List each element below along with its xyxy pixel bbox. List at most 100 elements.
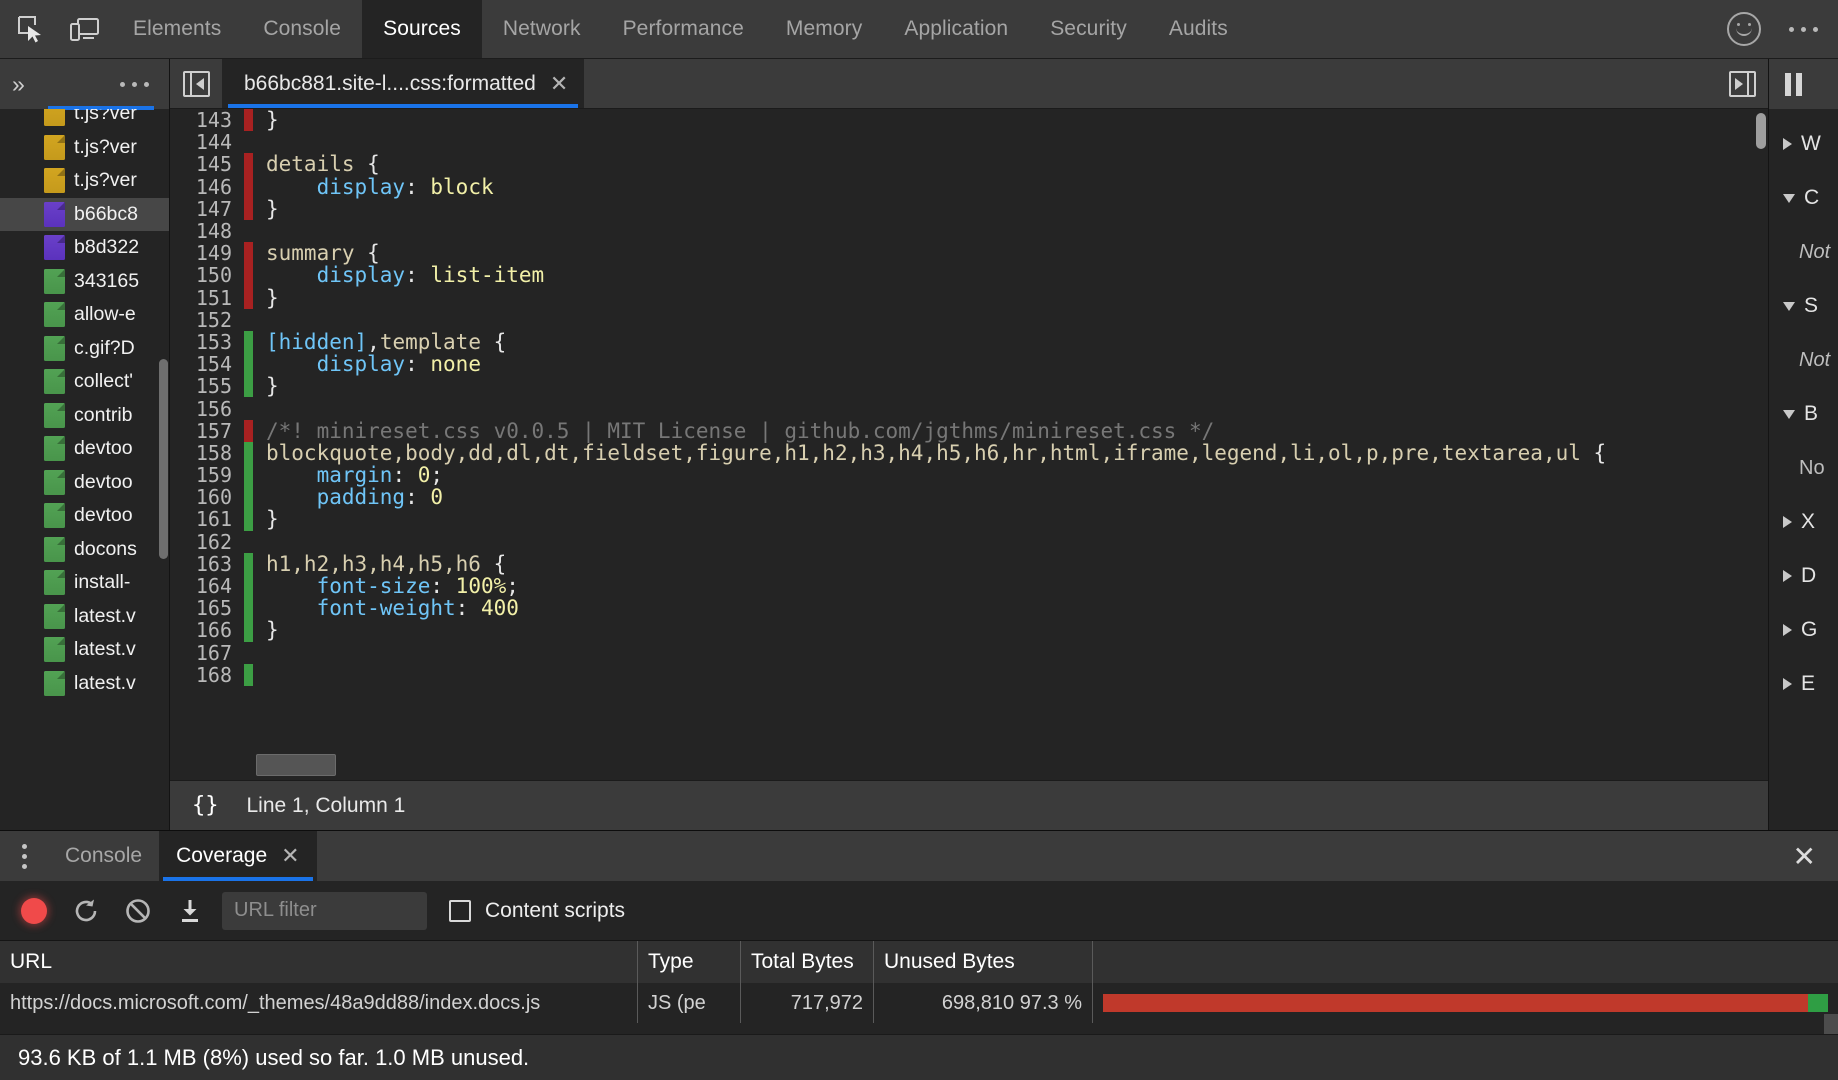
content-scripts-checkbox[interactable]: Content scripts [449, 899, 625, 923]
code-line[interactable]: 143} [170, 109, 1768, 131]
code-line[interactable]: 166} [170, 619, 1768, 641]
pause-script-icon[interactable] [1785, 73, 1802, 96]
drawer-tab-coverage[interactable]: Coverage✕ [159, 831, 317, 881]
chevron-down-icon[interactable] [1783, 194, 1795, 203]
code-line[interactable]: 168 [170, 664, 1768, 686]
chevron-right-icon[interactable] [1783, 678, 1792, 690]
tab-console[interactable]: Console [242, 0, 362, 58]
clear-icon[interactable] [112, 881, 164, 941]
debugger-section-header[interactable]: B [1769, 387, 1838, 441]
show-navigator-icon[interactable] [170, 59, 222, 108]
file-tree[interactable]: t.js?vert.js?vert.js?verb66bc8b8d3223431… [0, 109, 169, 830]
coverage-scrollbar[interactable] [1824, 1014, 1838, 1034]
export-icon[interactable] [164, 881, 216, 941]
column-header-unused-bytes[interactable]: Unused Bytes [874, 941, 1093, 983]
file-tree-item[interactable]: devtoo [0, 499, 169, 533]
file-tree-item[interactable]: c.gif?D [0, 332, 169, 366]
file-tree-item[interactable]: contrib [0, 399, 169, 433]
file-tree-item[interactable]: collect' [0, 365, 169, 399]
code-line[interactable]: 149summary { [170, 242, 1768, 264]
file-tree-item[interactable]: t.js?ver [0, 109, 169, 131]
file-tree-item[interactable]: t.js?ver [0, 131, 169, 165]
navigator-scrollbar[interactable] [157, 59, 169, 830]
column-header-type[interactable]: Type [638, 941, 741, 983]
reload-icon[interactable] [60, 881, 112, 941]
code-line[interactable]: 152 [170, 309, 1768, 331]
code-editor[interactable]: 143}144145details {146 display: block147… [170, 109, 1768, 780]
code-line[interactable]: 158blockquote,body,dd,dl,dt,fieldset,fig… [170, 442, 1768, 464]
navigator-more-options-icon[interactable] [114, 76, 155, 93]
code-line[interactable]: 151} [170, 287, 1768, 309]
column-header-total-bytes[interactable]: Total Bytes [741, 941, 874, 983]
chevron-right-icon[interactable] [1783, 138, 1792, 150]
code-line[interactable]: 150 display: list-item [170, 264, 1768, 286]
code-horizontal-scrollbar-thumb[interactable] [256, 754, 336, 776]
file-tree-item[interactable]: t.js?ver [0, 164, 169, 198]
chevron-right-icon[interactable] [1783, 570, 1792, 582]
file-tree-item[interactable]: 343165 [0, 265, 169, 299]
tab-elements[interactable]: Elements [112, 0, 242, 58]
code-line[interactable]: 164 font-size: 100%; [170, 575, 1768, 597]
debugger-section-header[interactable]: D [1769, 549, 1838, 603]
file-tree-item[interactable]: devtoo [0, 466, 169, 500]
drawer-tab-console[interactable]: Console [48, 831, 159, 881]
tab-sources[interactable]: Sources [362, 0, 482, 58]
checkbox-box[interactable] [449, 900, 471, 922]
code-line[interactable]: 165 font-weight: 400 [170, 597, 1768, 619]
file-tree-item[interactable]: install- [0, 566, 169, 600]
record-icon[interactable] [8, 881, 60, 941]
close-drawer-icon[interactable]: ✕ [1793, 831, 1838, 881]
code-line[interactable]: 156 [170, 397, 1768, 419]
show-debugger-icon[interactable] [1716, 59, 1768, 108]
file-tree-item[interactable]: latest.v [0, 667, 169, 701]
tab-application[interactable]: Application [883, 0, 1029, 58]
code-line[interactable]: 144 [170, 131, 1768, 153]
coverage-table-row[interactable]: https://docs.microsoft.com/_themes/48a9d… [0, 983, 1838, 1023]
file-tree-item[interactable]: latest.v [0, 633, 169, 667]
url-filter-input[interactable]: URL filter [222, 892, 427, 930]
code-line[interactable]: 145details { [170, 153, 1768, 175]
code-scroller[interactable]: 143}144145details {146 display: block147… [170, 109, 1768, 780]
debugger-section-header[interactable]: S [1769, 279, 1838, 333]
close-icon[interactable]: ✕ [281, 845, 299, 867]
code-line[interactable]: 159 margin: 0; [170, 464, 1768, 486]
code-line[interactable]: 155} [170, 375, 1768, 397]
chevron-double-right-icon[interactable]: » [12, 73, 22, 96]
debugger-section-header[interactable]: C [1769, 171, 1838, 225]
tab-security[interactable]: Security [1029, 0, 1148, 58]
code-line[interactable]: 146 display: block [170, 176, 1768, 198]
code-line[interactable]: 160 padding: 0 [170, 486, 1768, 508]
code-line[interactable]: 167 [170, 642, 1768, 664]
pretty-print-icon[interactable]: {} [192, 793, 219, 818]
debugger-section-header[interactable]: G [1769, 603, 1838, 657]
code-line[interactable]: 147} [170, 198, 1768, 220]
code-line[interactable]: 157/*! minireset.css v0.0.5 | MIT Licens… [170, 420, 1768, 442]
file-tree-item[interactable]: allow-e [0, 298, 169, 332]
chevron-right-icon[interactable] [1783, 624, 1792, 636]
debugger-section-header[interactable]: W [1769, 117, 1838, 171]
file-tree-item[interactable]: devtoo [0, 432, 169, 466]
code-line[interactable]: 161} [170, 508, 1768, 530]
tab-network[interactable]: Network [482, 0, 602, 58]
chevron-down-icon[interactable] [1783, 302, 1795, 311]
code-line[interactable]: 153[hidden],template { [170, 331, 1768, 353]
tab-performance[interactable]: Performance [602, 0, 765, 58]
more-options-icon[interactable] [1783, 21, 1824, 38]
drawer-more-options-icon[interactable] [0, 831, 48, 881]
file-tree-item[interactable]: docons [0, 533, 169, 567]
code-line[interactable]: 148 [170, 220, 1768, 242]
tab-audits[interactable]: Audits [1148, 0, 1249, 58]
chevron-down-icon[interactable] [1783, 410, 1795, 419]
file-tree-item[interactable]: b66bc8 [0, 198, 169, 232]
column-header-url[interactable]: URL [0, 941, 638, 983]
code-vertical-scrollbar-thumb[interactable] [1756, 113, 1766, 149]
code-line[interactable]: 163h1,h2,h3,h4,h5,h6 { [170, 553, 1768, 575]
navigator-scrollbar-thumb[interactable] [159, 359, 168, 559]
code-line[interactable]: 162 [170, 531, 1768, 553]
chevron-right-icon[interactable] [1783, 516, 1792, 528]
tab-memory[interactable]: Memory [765, 0, 883, 58]
device-toolbar-icon[interactable] [58, 0, 112, 58]
editor-tab[interactable]: b66bc881.site-l....css:formatted ✕ [222, 59, 584, 108]
code-line[interactable]: 154 display: none [170, 353, 1768, 375]
close-icon[interactable]: ✕ [550, 73, 568, 95]
